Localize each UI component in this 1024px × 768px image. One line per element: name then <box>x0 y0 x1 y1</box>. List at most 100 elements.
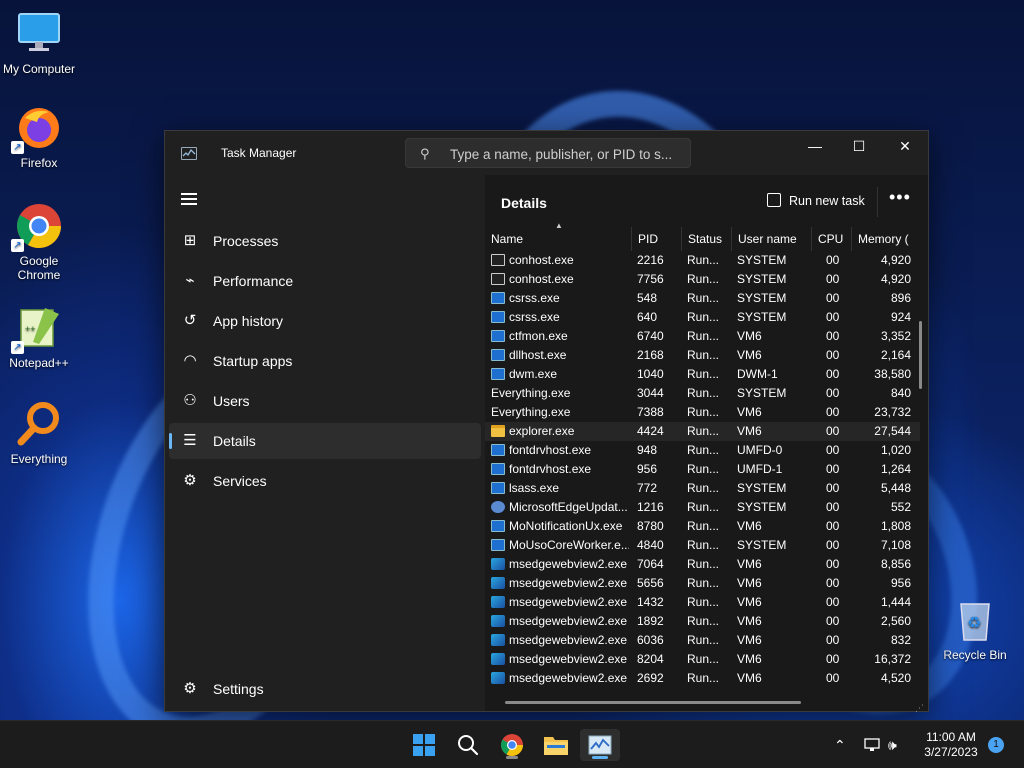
desktop-icon-my-computer[interactable]: My Computer <box>0 10 78 76</box>
process-folder-icon <box>491 425 505 437</box>
title-bar[interactable]: Task Manager ⚲ — ☐ ✕ <box>165 131 928 175</box>
search-input[interactable] <box>450 144 686 164</box>
sidebar-item-processes[interactable]: ⊞ Processes <box>169 223 481 259</box>
taskbar-file-explorer-button[interactable] <box>536 729 576 761</box>
sidebar-item-users[interactable]: ⚇ Users <box>169 383 481 419</box>
horizontal-scrollbar[interactable] <box>505 701 801 704</box>
maximize-button[interactable]: ☐ <box>836 131 882 161</box>
cell-pid: 772 <box>637 481 658 495</box>
process-name: msedgewebview2.exe <box>509 595 628 609</box>
column-header-cpu[interactable]: CPU <box>811 227 851 251</box>
resize-grip-icon[interactable]: ⋰ <box>915 703 925 713</box>
desktop-icon-label: Google Chrome <box>17 254 61 282</box>
table-row[interactable]: MoNotificationUx.exe 8780 Run... VM6 00 1,808 <box>485 517 920 536</box>
sidebar-item-settings[interactable]: ⚙ Settings <box>169 671 481 707</box>
desktop-icon-everything[interactable]: Everything <box>0 400 78 466</box>
table-row[interactable]: Everything.exe 7388 Run... VM6 00 23,732 <box>485 403 920 422</box>
column-header-status[interactable]: Status <box>681 227 731 251</box>
column-header-name[interactable]: Name <box>485 227 631 251</box>
sidebar-item-details[interactable]: ☰ Details <box>169 423 481 459</box>
taskbar-chrome-button[interactable] <box>492 729 532 761</box>
cell-cpu: 00 <box>826 348 840 362</box>
table-row[interactable]: dllhost.exe 2168 Run... VM6 00 2,164 <box>485 346 920 365</box>
table-row[interactable]: msedgewebview2.exe 5656 Run... VM6 00 956 <box>485 574 920 593</box>
table-row[interactable]: conhost.exe 7756 Run... SYSTEM 00 4,920 <box>485 270 920 289</box>
start-button[interactable] <box>404 729 444 761</box>
cell-status: Run... <box>687 386 720 400</box>
table-row[interactable]: msedgewebview2.exe 7064 Run... VM6 00 8,856 <box>485 555 920 574</box>
cell-memory: 1,020 <box>880 443 911 457</box>
sidebar-item-app-history[interactable]: ↺ App history <box>169 303 481 339</box>
cell-memory: 4,920 <box>880 253 911 267</box>
cell-cpu: 00 <box>826 310 840 324</box>
cell-status: Run... <box>687 424 720 438</box>
clock[interactable]: 11:00 AM 3/27/2023 <box>916 730 986 760</box>
table-row[interactable]: MicrosoftEdgeUpdat... 1216 Run... SYSTEM 00 5… <box>485 498 920 517</box>
process-name: dllhost.exe <box>509 348 567 362</box>
sidebar-item-services[interactable]: ⚙ Services <box>169 463 481 499</box>
table-row[interactable]: fontdrvhost.exe 948 Run... UMFD-0 00 1,020 <box>485 441 920 460</box>
desktop-icon-firefox[interactable]: ↗ Firefox <box>0 104 78 170</box>
running-indicator <box>506 756 518 759</box>
close-button[interactable]: ✕ <box>882 131 928 161</box>
run-new-task-button[interactable]: Run new task <box>767 193 865 208</box>
table-row[interactable]: msedgewebview2.exe 1432 Run... VM6 00 1,444 <box>485 593 920 612</box>
notification-badge[interactable]: 1 <box>988 737 1004 753</box>
taskbar-task-manager-button[interactable] <box>580 729 620 761</box>
run-task-icon <box>767 193 781 207</box>
table-row[interactable]: ctfmon.exe 6740 Run... VM6 00 3,352 <box>485 327 920 346</box>
cell-cpu: 00 <box>826 272 840 286</box>
table-header: Name PID Status User name CPU Memory ( <box>485 227 928 251</box>
cell-status: Run... <box>687 329 720 343</box>
table-row[interactable]: csrss.exe 548 Run... SYSTEM 00 896 <box>485 289 920 308</box>
desktop-icon-recycle-bin[interactable]: ♻ Recycle Bin <box>936 596 1014 662</box>
cell-pid: 3044 <box>637 386 664 400</box>
column-header-pid[interactable]: PID <box>631 227 681 251</box>
cell-cpu: 00 <box>826 405 840 419</box>
table-row[interactable]: Everything.exe 3044 Run... SYSTEM 00 840 <box>485 384 920 403</box>
sidebar-item-label: Startup apps <box>213 353 293 369</box>
taskbar-search-button[interactable] <box>448 729 488 761</box>
search-box[interactable]: ⚲ <box>405 138 691 168</box>
cell-cpu: 00 <box>826 576 840 590</box>
cell-cpu: 00 <box>826 538 840 552</box>
volume-icon[interactable]: 🕪 <box>888 721 897 768</box>
cell-user-name: VM6 <box>737 424 762 438</box>
sidebar-item-performance[interactable]: ⌁ Performance <box>169 263 481 299</box>
shortcut-arrow-icon: ↗ <box>11 341 24 354</box>
table-row[interactable]: msedgewebview2.exe 6036 Run... VM6 00 832 <box>485 631 920 650</box>
table-row[interactable]: msedgewebview2.exe 1892 Run... VM6 00 2,560 <box>485 612 920 631</box>
table-row[interactable]: lsass.exe 772 Run... SYSTEM 00 5,448 <box>485 479 920 498</box>
cell-cpu: 00 <box>826 424 840 438</box>
cell-pid: 7756 <box>637 272 664 286</box>
cell-status: Run... <box>687 481 720 495</box>
sidebar-item-startup-apps[interactable]: ◠ Startup apps <box>169 343 481 379</box>
table-row[interactable]: MoUsoCoreWorker.e... 4840 Run... SYSTEM 00 7,… <box>485 536 920 555</box>
table-row[interactable]: dwm.exe 1040 Run... DWM-1 00 38,580 <box>485 365 920 384</box>
cell-name: MoNotificationUx.exe <box>491 517 629 536</box>
table-row[interactable]: explorer.exe 4424 Run... VM6 00 27,544 <box>485 422 920 441</box>
process-name: MoUsoCoreWorker.e... <box>509 538 629 552</box>
network-icon[interactable] <box>864 721 880 768</box>
desktop-icon-notepadpp[interactable]: ++ ↗ Notepad++ <box>0 304 78 370</box>
vertical-scrollbar[interactable] <box>919 321 922 389</box>
more-options-icon[interactable]: ••• <box>889 187 911 208</box>
process-name: msedgewebview2.exe <box>509 576 628 590</box>
show-hidden-icons-chevron-up-icon[interactable]: ⌃ <box>834 721 846 768</box>
cell-cpu: 00 <box>826 595 840 609</box>
cell-cpu: 00 <box>826 367 840 381</box>
table-row[interactable]: csrss.exe 640 Run... SYSTEM 00 924 <box>485 308 920 327</box>
table-row[interactable]: conhost.exe 2216 Run... SYSTEM 00 4,920 <box>485 251 920 270</box>
column-header-memory[interactable]: Memory ( <box>851 227 921 251</box>
table-row[interactable]: msedgewebview2.exe 8204 Run... VM6 00 16,372 <box>485 650 920 669</box>
process-name: msedgewebview2.exe <box>509 614 628 628</box>
hamburger-menu-icon[interactable] <box>181 193 197 205</box>
desktop-icon-google-chrome[interactable]: ↗ Google Chrome <box>0 202 78 282</box>
table-row[interactable]: fontdrvhost.exe 956 Run... UMFD-1 00 1,264 <box>485 460 920 479</box>
cell-cpu: 00 <box>826 481 840 495</box>
minimize-button[interactable]: — <box>792 131 838 161</box>
column-header-user-name[interactable]: User name <box>731 227 811 251</box>
cell-status: Run... <box>687 671 720 685</box>
sidebar-item-label: Users <box>213 393 250 409</box>
table-row[interactable]: msedgewebview2.exe 2692 Run... VM6 00 4,520 <box>485 669 920 688</box>
